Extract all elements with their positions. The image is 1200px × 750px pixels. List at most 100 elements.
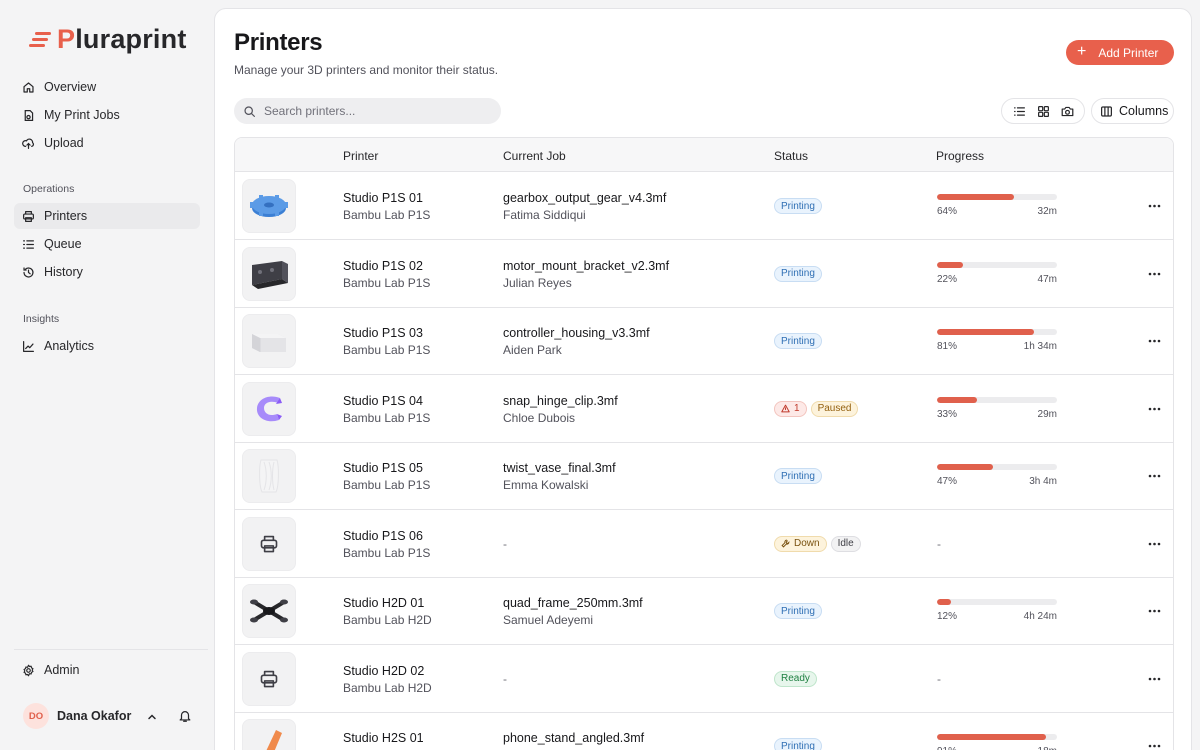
status-label: Idle xyxy=(837,538,854,549)
camera-view-button[interactable] xyxy=(1055,101,1079,121)
printer-name[interactable]: Studio H2S 01 xyxy=(343,731,424,745)
status-label: Paused xyxy=(817,403,852,414)
search-input[interactable] xyxy=(264,104,484,118)
nav-label: History xyxy=(44,265,83,279)
queue-icon xyxy=(23,239,34,249)
job-file[interactable]: phone_stand_angled.3mf xyxy=(503,731,644,745)
brand-name: Pluraprint xyxy=(57,24,187,54)
row-actions-button[interactable] xyxy=(1141,534,1167,554)
job-file[interactable]: controller_housing_v3.3mf xyxy=(503,326,650,340)
job-file[interactable]: quad_frame_250mm.3mf xyxy=(503,596,643,610)
printer-name[interactable]: Studio P1S 03 xyxy=(343,326,423,340)
nav-item-queue[interactable]: Queue xyxy=(14,231,200,257)
more-horizontal-icon xyxy=(1148,339,1160,343)
table-row[interactable]: Studio P1S 05 Bambu Lab P1S twist_vase_fin… xyxy=(235,442,1173,510)
progress-bar xyxy=(937,261,1057,268)
brand-logo[interactable]: Pluraprint xyxy=(29,24,187,55)
table-row[interactable]: Studio P1S 01 Bambu Lab P1S gearbox_output… xyxy=(235,172,1173,240)
printer-name[interactable]: Studio P1S 05 xyxy=(343,461,423,475)
status-cell: Ready xyxy=(774,670,817,687)
avatar: DO xyxy=(23,703,49,729)
status-label: Printing xyxy=(781,335,815,347)
columns-button[interactable]: Columns xyxy=(1091,98,1174,124)
nav-item-overview[interactable]: Overview xyxy=(14,74,200,100)
table-row[interactable]: Studio P1S 06 Bambu Lab P1S - Down Idle - xyxy=(235,510,1173,578)
table-row[interactable]: Studio H2D 02 Bambu Lab H2D - Ready - xyxy=(235,645,1173,713)
main-nav: Overview My Print Jobs Upload xyxy=(14,74,200,156)
progress-eta: 18m xyxy=(937,746,1057,750)
row-actions-button[interactable] xyxy=(1141,466,1167,486)
nav-label: Overview xyxy=(44,80,97,94)
printer-name[interactable]: Studio H2D 01 xyxy=(343,596,424,610)
status-label: Printing xyxy=(781,605,815,617)
table-row[interactable]: Studio H2S 01Bambu Lab H2Sphone_stand_an… xyxy=(235,712,1173,750)
printer-model: Bambu Lab P1S xyxy=(343,343,431,357)
status-badge: Printing xyxy=(774,265,822,282)
job-file[interactable]: motor_mount_bracket_v2.3mf xyxy=(503,259,669,273)
row-actions-button[interactable] xyxy=(1141,196,1167,216)
nav-label: Admin xyxy=(44,663,80,677)
row-actions-button[interactable] xyxy=(1141,736,1167,750)
warning-icon xyxy=(781,404,790,413)
table-row[interactable]: Studio P1S 04 Bambu Lab P1S snap_hinge_cli… xyxy=(235,375,1173,443)
nav-item-printers[interactable]: Printers xyxy=(14,203,200,229)
row-actions-button[interactable] xyxy=(1141,264,1167,284)
printer-name[interactable]: Studio H2D 02 xyxy=(343,664,424,678)
status-cell: Printing xyxy=(774,468,822,484)
status-cell: Printing xyxy=(774,603,822,619)
status-label: 1 xyxy=(794,403,800,414)
progress-empty: - xyxy=(937,671,941,686)
nav-item-admin[interactable]: Admin xyxy=(14,657,200,683)
nav-item-history[interactable]: History xyxy=(14,259,200,285)
progress-bar xyxy=(937,396,1057,403)
table-row[interactable]: Studio P1S 02 Bambu Lab P1S motor_mount_br… xyxy=(235,240,1173,308)
search-icon xyxy=(244,105,255,117)
job-file[interactable]: snap_hinge_clip.3mf xyxy=(503,394,618,408)
nav-item-analytics[interactable]: Analytics xyxy=(14,333,200,359)
progress-eta: 47m xyxy=(1037,273,1057,285)
status-badge: Paused xyxy=(810,400,859,417)
printer-name[interactable]: Studio P1S 06 xyxy=(343,529,423,543)
progress-bar xyxy=(937,464,1057,470)
progress-eta: 1h 34m xyxy=(1023,341,1057,352)
progress-empty: - xyxy=(937,536,941,551)
job-file[interactable]: twist_vase_final.3mf xyxy=(503,461,616,475)
status-badge: Printing xyxy=(774,738,822,750)
column-header-printer[interactable]: Printer xyxy=(343,149,378,163)
job-user: Samuel Adeyemi xyxy=(503,613,594,627)
columns-icon xyxy=(1101,105,1112,117)
row-actions-button[interactable] xyxy=(1141,669,1167,689)
column-header-status[interactable]: Status xyxy=(774,149,808,163)
row-actions-button[interactable] xyxy=(1141,331,1167,351)
nav-item-upload[interactable]: Upload xyxy=(14,130,200,156)
row-actions-button[interactable] xyxy=(1141,601,1167,621)
nav-item-my-print-jobs[interactable]: My Print Jobs xyxy=(14,102,200,128)
chevron-up-icon[interactable] xyxy=(146,711,158,723)
add-printer-button[interactable]: + Add Printer xyxy=(1066,40,1174,65)
table-row[interactable]: Studio H2D 01 Bambu Lab H2D quad_frame_250… xyxy=(235,577,1173,645)
list-view-button[interactable] xyxy=(1007,101,1031,121)
progress-bar xyxy=(937,329,1057,335)
printer-thumbnail xyxy=(242,246,296,301)
user-menu[interactable]: DO Dana Okafor xyxy=(23,703,131,729)
status-label: Printing xyxy=(781,200,815,212)
status-badge: Printing xyxy=(774,468,822,484)
progress-eta: 4h 24m xyxy=(1023,611,1057,622)
status-label: Printing xyxy=(781,470,815,482)
row-actions-button[interactable] xyxy=(1141,399,1167,419)
table-row[interactable]: Studio P1S 03 Bambu Lab P1S controller_hou… xyxy=(235,307,1173,375)
home-icon xyxy=(23,81,34,93)
printer-name[interactable]: Studio P1S 01 xyxy=(343,191,423,205)
status-label: Printing xyxy=(781,740,815,750)
printer-name[interactable]: Studio P1S 02 xyxy=(343,259,423,273)
bell-icon[interactable] xyxy=(178,709,192,723)
job-file[interactable]: gearbox_output_gear_v4.3mf xyxy=(503,191,666,205)
printer-name[interactable]: Studio P1S 04 xyxy=(343,394,423,408)
logo-mark-icon xyxy=(29,30,51,50)
user-name: Dana Okafor xyxy=(57,709,132,723)
column-header-current-job[interactable]: Current Job xyxy=(503,149,566,163)
column-header-progress[interactable]: Progress xyxy=(936,149,984,163)
grid-view-button[interactable] xyxy=(1031,101,1055,121)
nav-label: Printers xyxy=(44,209,88,223)
status-cell: Printing xyxy=(774,738,822,750)
